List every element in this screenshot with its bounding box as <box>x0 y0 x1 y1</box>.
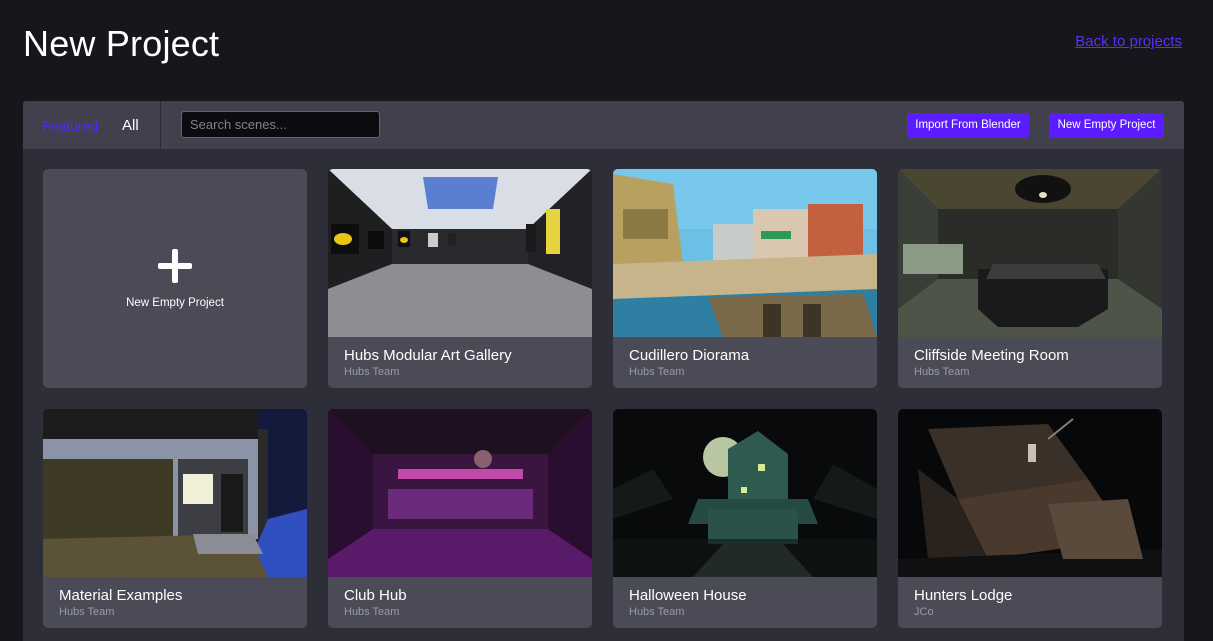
scene-title: Hubs Modular Art Gallery <box>344 347 512 364</box>
scene-thumbnail <box>898 169 1162 337</box>
scene-thumbnail <box>328 169 592 337</box>
plus-icon <box>158 248 192 283</box>
scene-card[interactable]: Cudillero Diorama Hubs Team <box>613 169 877 388</box>
scene-thumbnail <box>328 409 592 577</box>
back-to-projects-link[interactable]: Back to projects <box>1075 33 1182 50</box>
scene-thumbnail <box>43 409 307 577</box>
scene-card[interactable]: Cliffside Meeting Room Hubs Team <box>898 169 1162 388</box>
scene-title: Club Hub <box>344 587 407 604</box>
new-empty-project-card[interactable]: New Empty Project <box>43 169 307 388</box>
scene-card[interactable]: Hunters Lodge JCo <box>898 409 1162 628</box>
scene-card[interactable]: Hubs Modular Art Gallery Hubs Team <box>328 169 592 388</box>
scene-card[interactable]: Club Hub Hubs Team <box>328 409 592 628</box>
scene-author: Hubs Team <box>629 606 685 618</box>
scene-thumbnail <box>613 409 877 577</box>
scene-title: Halloween House <box>629 587 747 604</box>
projects-panel: Featured All Import From Blender New Emp… <box>23 101 1184 641</box>
import-from-blender-button[interactable]: Import From Blender <box>907 113 1029 138</box>
scene-author: Hubs Team <box>629 366 685 378</box>
scene-author: Hubs Team <box>344 366 400 378</box>
toolbar-divider <box>160 101 161 149</box>
scene-thumbnail <box>613 169 877 337</box>
scene-author: JCo <box>914 606 934 618</box>
page-title: New Project <box>23 23 220 64</box>
scene-author: Hubs Team <box>914 366 970 378</box>
new-empty-project-button[interactable]: New Empty Project <box>1049 113 1164 138</box>
tab-all[interactable]: All <box>122 117 139 134</box>
scene-title: Cliffside Meeting Room <box>914 347 1069 364</box>
scene-thumbnail <box>898 409 1162 577</box>
scene-title: Hunters Lodge <box>914 587 1013 604</box>
scene-title: Material Examples <box>59 587 183 604</box>
scene-title: Cudillero Diorama <box>629 347 750 364</box>
toolbar: Featured All Import From Blender New Emp… <box>23 101 1184 149</box>
scene-card[interactable]: Material Examples Hubs Team <box>43 409 307 628</box>
search-input[interactable] <box>181 111 380 138</box>
scene-card[interactable]: Halloween House Hubs Team <box>613 409 877 628</box>
new-empty-project-label: New Empty Project <box>126 296 224 309</box>
scene-author: Hubs Team <box>59 606 115 618</box>
scene-author: Hubs Team <box>344 606 400 618</box>
tab-featured[interactable]: Featured <box>42 118 98 134</box>
